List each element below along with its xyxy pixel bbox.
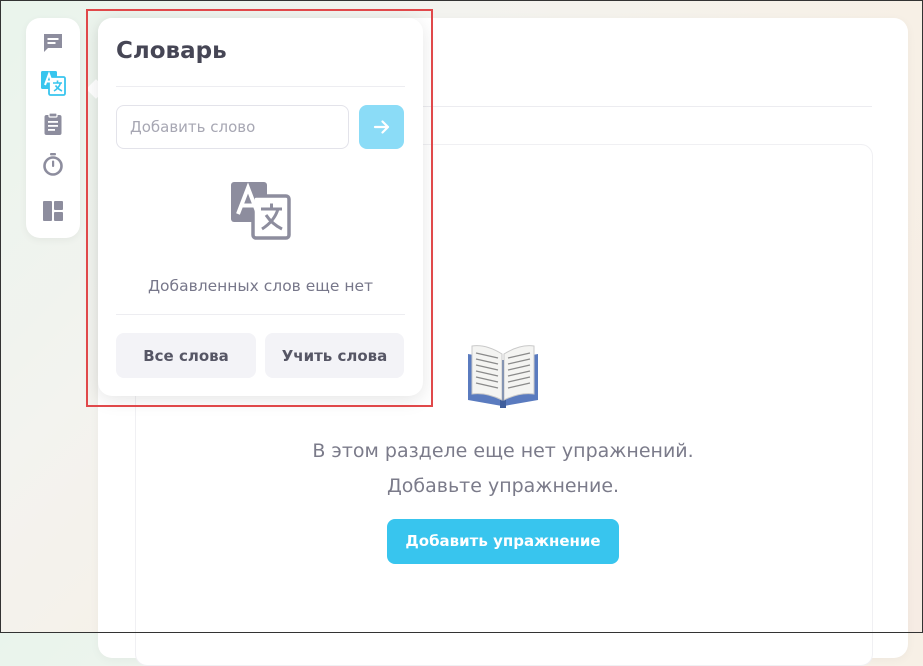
empty-message-line-2: Добавьте упражнение. (386, 475, 620, 497)
toolbar-chat-button[interactable] (40, 30, 66, 56)
arrow-right-icon (373, 120, 389, 134)
dictionary-popover: Словарь Добавленных слов еще нет Все сло… (98, 18, 423, 396)
buttons-divider (116, 314, 405, 315)
dictionary-title: Словарь (116, 38, 227, 64)
toolbar-dictionary-button[interactable] (40, 70, 66, 96)
lesson-toolbar (26, 18, 80, 238)
chat-icon (44, 34, 62, 52)
open-book-icon (468, 345, 538, 408)
clipboard-icon (44, 112, 62, 135)
timer-icon (43, 153, 63, 176)
layout-icon (43, 201, 63, 221)
translate-icon (41, 71, 66, 96)
add-word-submit-button[interactable] (359, 105, 404, 149)
toolbar-tasks-button[interactable] (40, 111, 66, 137)
add-word-input[interactable] (116, 105, 349, 149)
toolbar-timer-button[interactable] (40, 151, 66, 177)
translate-icon (231, 182, 291, 240)
toolbar-layout-button[interactable] (40, 198, 66, 224)
empty-message-line-1: В этом разделе еще нет упражнений. (312, 440, 694, 462)
title-divider (116, 86, 405, 87)
add-exercise-button[interactable]: Добавить упражнение (387, 519, 619, 564)
learn-words-button[interactable]: Учить слова (265, 333, 404, 378)
all-words-button[interactable]: Все слова (116, 333, 256, 378)
no-words-message: Добавленных слов еще нет (147, 277, 374, 295)
